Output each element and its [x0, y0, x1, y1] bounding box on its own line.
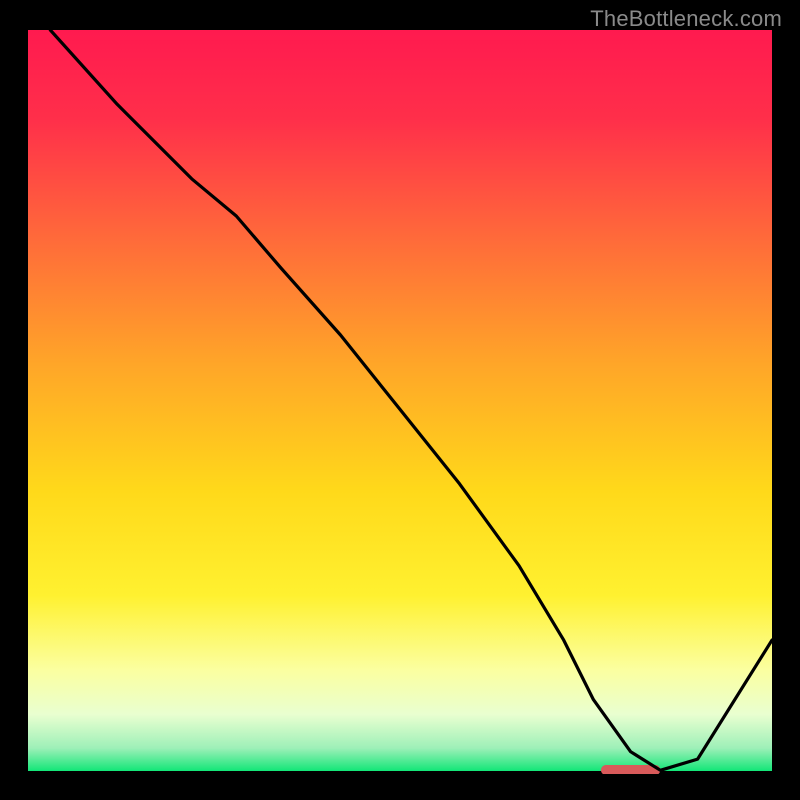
chart-frame [28, 30, 772, 774]
watermark-text: TheBottleneck.com [590, 6, 782, 32]
chart-plot-area [28, 30, 772, 774]
gradient-background [28, 30, 772, 774]
chart-svg [28, 30, 772, 774]
